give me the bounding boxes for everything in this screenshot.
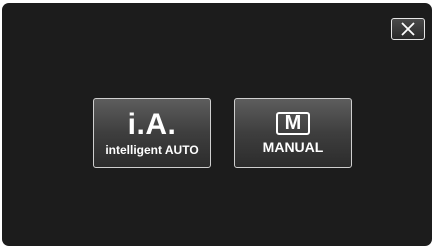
manual-button[interactable]: M MANUAL [234,98,352,168]
manual-label: MANUAL [262,138,324,155]
ia-symbol: i.A. [127,107,177,141]
manual-mode-icon: M [276,111,310,135]
intelligent-auto-label: intelligent AUTO [105,142,199,157]
close-icon [401,22,415,36]
close-button[interactable] [391,18,425,40]
intelligent-auto-button[interactable]: i.A. intelligent AUTO [93,98,211,168]
mode-select-screen: i.A. intelligent AUTO M MANUAL [2,3,432,246]
